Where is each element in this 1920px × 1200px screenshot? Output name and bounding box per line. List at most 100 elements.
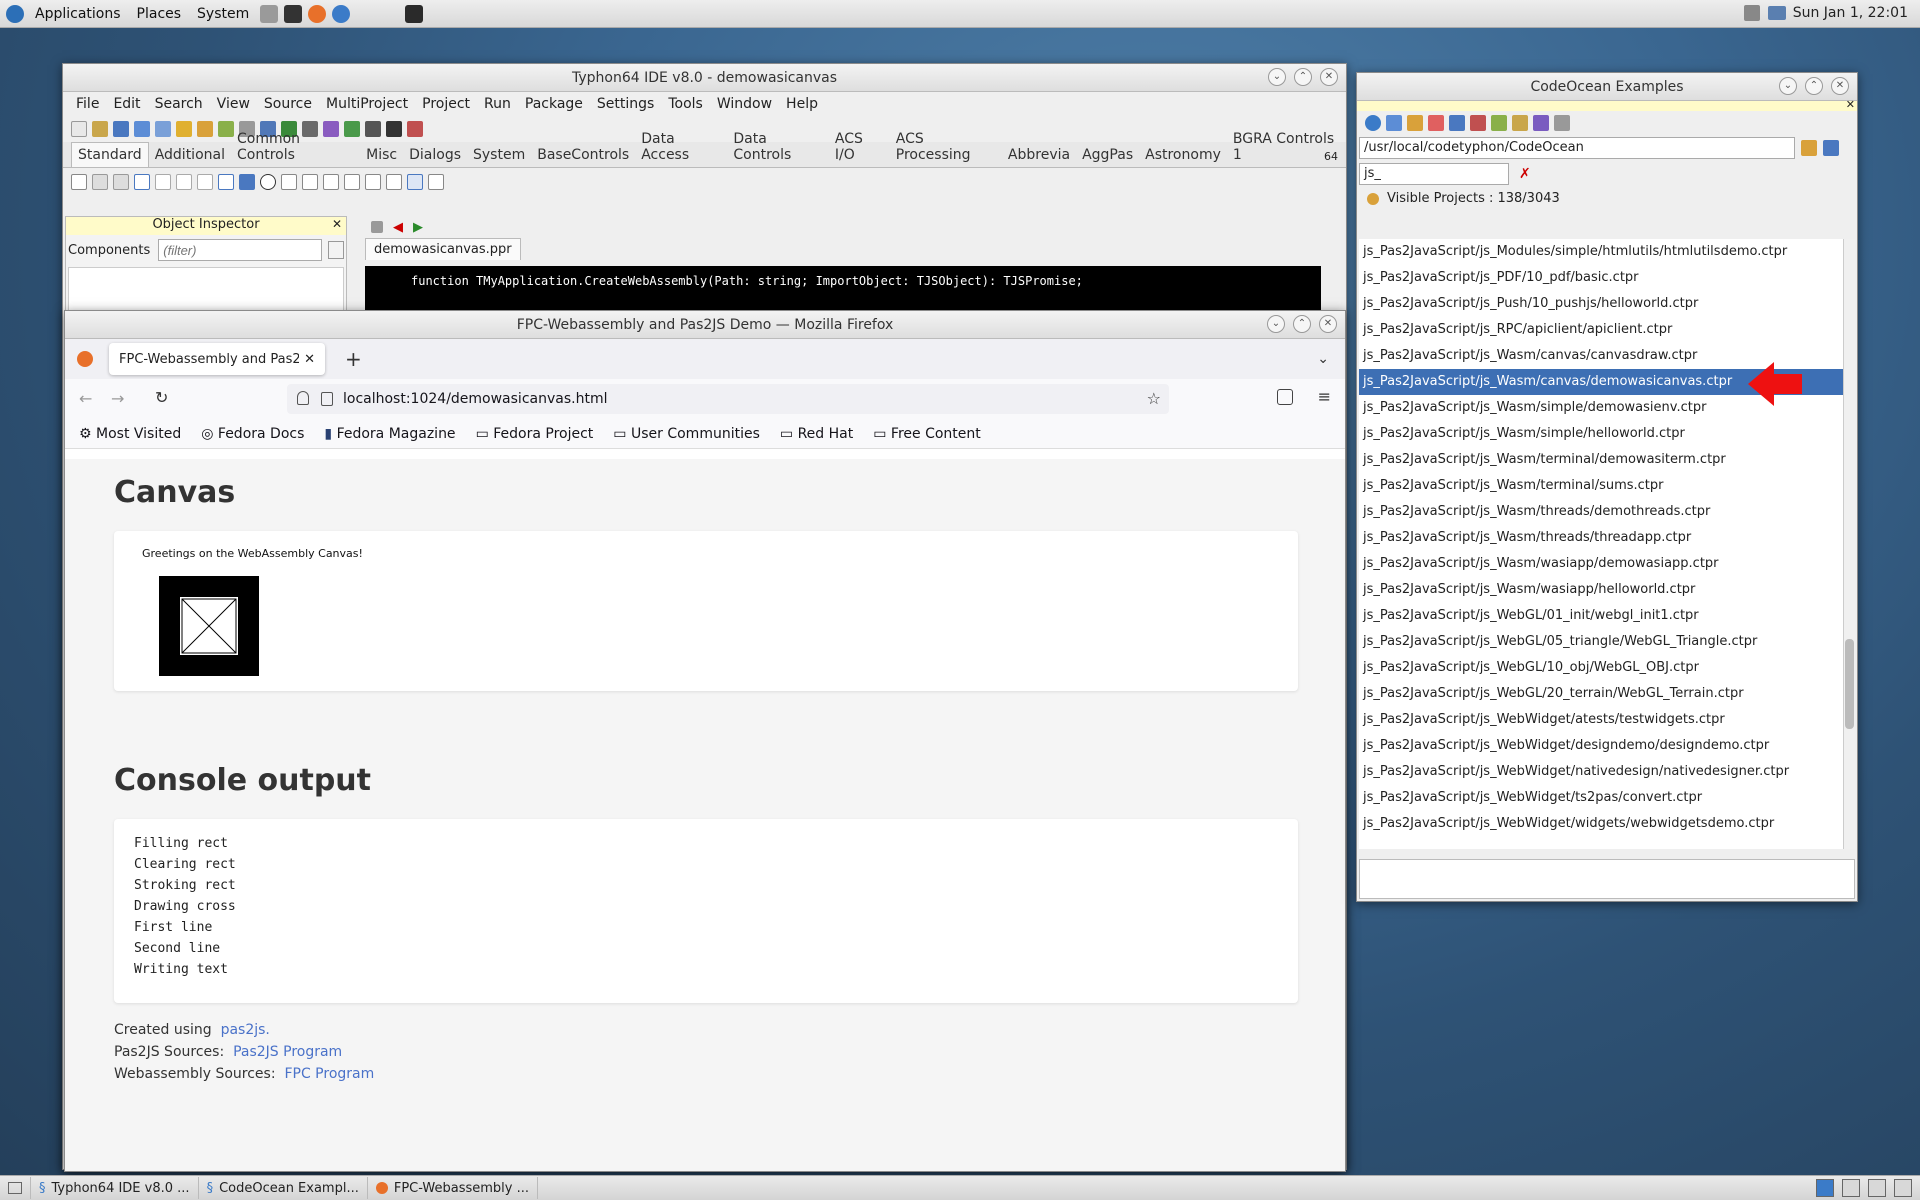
help-icon[interactable] (1554, 115, 1570, 131)
menu-run[interactable]: Run (477, 96, 518, 112)
bookmark-star-icon[interactable]: ☆ (1147, 389, 1161, 408)
maximize-button[interactable]: ⌃ (1805, 77, 1823, 95)
folder-icon[interactable] (1512, 115, 1528, 131)
pas2js-link[interactable]: pas2js. (221, 1022, 270, 1038)
menu-system[interactable]: System (189, 6, 257, 22)
open-book-icon[interactable] (1823, 140, 1839, 156)
browser-tab[interactable]: FPC-Webassembly and Pas2JS ✕ (109, 343, 325, 375)
hamburger-menu-icon[interactable]: ≡ (1318, 387, 1331, 406)
show-desktop-button[interactable] (0, 1177, 31, 1199)
bookmark-fedora-docs[interactable]: ◎ Fedora Docs (201, 426, 304, 442)
popupmenu-icon[interactable] (113, 174, 129, 190)
palette-tab[interactable]: ACS Processing (890, 127, 1002, 167)
ide-titlebar[interactable]: Typhon64 IDE v8.0 - demowasicanvas ⌄ ⌃ ✕ (63, 64, 1346, 92)
refresh-icon[interactable] (1365, 115, 1381, 131)
menu-project[interactable]: Project (415, 96, 477, 112)
project-list-item[interactable]: js_Pas2JavaScript/js_WebWidget/designdem… (1359, 733, 1844, 759)
close-button[interactable]: ✕ (1319, 315, 1337, 333)
button-icon[interactable] (134, 174, 150, 190)
frame-icon[interactable] (407, 174, 423, 190)
save-icon[interactable] (113, 121, 129, 137)
save-all-icon[interactable] (134, 121, 150, 137)
terminal-launcher-icon[interactable] (284, 4, 303, 23)
project-list-item[interactable]: js_Pas2JavaScript/js_Wasm/terminal/sums.… (1359, 473, 1844, 499)
tag-icon[interactable] (1428, 115, 1444, 131)
close-icon[interactable]: ✕ (1846, 98, 1855, 111)
reload-icon[interactable]: ↻ (155, 388, 168, 407)
menu-multiproject[interactable]: MultiProject (319, 96, 415, 112)
palette-tab[interactable]: Data Access (635, 127, 727, 167)
stop-icon[interactable] (386, 121, 402, 137)
find-icon[interactable] (155, 121, 171, 137)
checkbox-icon[interactable] (239, 174, 255, 190)
package-icon[interactable] (197, 121, 213, 137)
workspace-4[interactable] (1894, 1179, 1912, 1197)
fpc-program-link[interactable]: FPC Program (284, 1066, 374, 1082)
settings-icon[interactable] (1449, 115, 1465, 131)
back-icon[interactable]: ← (79, 389, 92, 408)
codeocean-search-input[interactable]: js_ (1359, 163, 1509, 185)
menu-help[interactable]: Help (779, 96, 825, 112)
palette-tab[interactable]: Common Controls (231, 127, 360, 167)
maximize-button[interactable]: ⌃ (1294, 68, 1312, 86)
project-list-item[interactable]: js_Pas2JavaScript/js_Wasm/threads/demoth… (1359, 499, 1844, 525)
clean-icon[interactable] (1470, 115, 1486, 131)
menu-search[interactable]: Search (148, 96, 210, 112)
bookmark-folder-free-content[interactable]: ▭ Free Content (873, 426, 981, 442)
project-list-item[interactable]: js_Pas2JavaScript/js_Wasm/simple/hellowo… (1359, 421, 1844, 447)
project-list-item[interactable]: js_Pas2JavaScript/js_RPC/apiclient/apicl… (1359, 317, 1844, 343)
close-button[interactable]: ✕ (1831, 77, 1849, 95)
palette-tab[interactable]: Standard (71, 142, 149, 167)
project-list-item[interactable]: js_Pas2JavaScript/js_Modules/simple/html… (1359, 239, 1844, 265)
togglebox-icon[interactable] (218, 174, 234, 190)
workspace-1[interactable] (1816, 1179, 1834, 1197)
volume-icon[interactable] (1744, 5, 1760, 21)
menu-tools[interactable]: Tools (661, 96, 710, 112)
build-project-icon[interactable] (1407, 115, 1423, 131)
groupbox-icon[interactable] (344, 174, 360, 190)
menu-view[interactable]: View (210, 96, 257, 112)
project-icon[interactable] (176, 121, 192, 137)
palette-tab[interactable]: Data Controls (727, 127, 828, 167)
codeocean-titlebar[interactable]: CodeOcean Examples ⌄ ⌃ ✕ (1357, 73, 1857, 101)
editor-menu-icon[interactable] (371, 221, 383, 233)
project-list-item[interactable]: js_Pas2JavaScript/js_WebWidget/atests/te… (1359, 707, 1844, 733)
memo-icon[interactable] (197, 174, 213, 190)
project-list-item[interactable]: js_Pas2JavaScript/js_Wasm/terminal/demow… (1359, 447, 1844, 473)
minimize-button[interactable]: ⌄ (1779, 77, 1797, 95)
edit-icon[interactable] (176, 174, 192, 190)
pas2js-program-link[interactable]: Pas2JS Program (233, 1044, 342, 1060)
firefox-view-icon[interactable] (77, 351, 93, 367)
radiogroup-icon[interactable] (365, 174, 381, 190)
bookmark-most-visited[interactable]: ⚙ Most Visited (79, 426, 181, 442)
minimize-button[interactable]: ⌄ (1268, 68, 1286, 86)
combobox-icon[interactable] (302, 174, 318, 190)
project-list-item[interactable]: js_Pas2JavaScript/js_Push/10_pushjs/hell… (1359, 291, 1844, 317)
url-bar[interactable]: localhost:1024/demowasicanvas.html ☆ (287, 384, 1169, 414)
workspace-2[interactable] (1842, 1179, 1860, 1197)
palette-tab[interactable]: Abbrevia (1002, 143, 1076, 167)
files-launcher-icon[interactable] (260, 4, 279, 23)
pause-icon[interactable] (365, 121, 381, 137)
jump-back-icon[interactable]: ◀ (393, 220, 403, 235)
menu-package[interactable]: Package (518, 96, 590, 112)
taskbar-item-firefox[interactable]: FPC-Webassembly ... (368, 1177, 539, 1199)
bookmark-folder-fedora-project[interactable]: ▭ Fedora Project (476, 426, 594, 442)
codeocean-path-field[interactable]: /usr/local/codetyphon/CodeOcean (1359, 137, 1795, 159)
list-tabs-icon[interactable]: ⌄ (1317, 351, 1329, 367)
palette-tab[interactable]: System (467, 143, 531, 167)
workspace-3[interactable] (1868, 1179, 1886, 1197)
pointer-tool-icon[interactable] (71, 174, 87, 190)
jump-forward-icon[interactable]: ▶ (413, 220, 423, 235)
bookmark-folder-red-hat[interactable]: ▭ Red Hat (780, 426, 853, 442)
project-list-item[interactable]: js_Pas2JavaScript/js_WebGL/01_init/webgl… (1359, 603, 1844, 629)
page-info-icon[interactable] (321, 392, 333, 406)
menu-source[interactable]: Source (257, 96, 319, 112)
clear-filter-icon[interactable] (328, 241, 344, 259)
project-list-item[interactable]: js_Pas2JavaScript/js_WebWidget/widgets/w… (1359, 811, 1844, 837)
minimize-button[interactable]: ⌄ (1267, 315, 1285, 333)
compile-icon[interactable] (1491, 115, 1507, 131)
bookmark-folder-user-communities[interactable]: ▭ User Communities (613, 426, 760, 442)
project-list[interactable]: js_Pas2JavaScript/js_Modules/simple/html… (1359, 239, 1844, 849)
info-icon[interactable] (1533, 115, 1549, 131)
